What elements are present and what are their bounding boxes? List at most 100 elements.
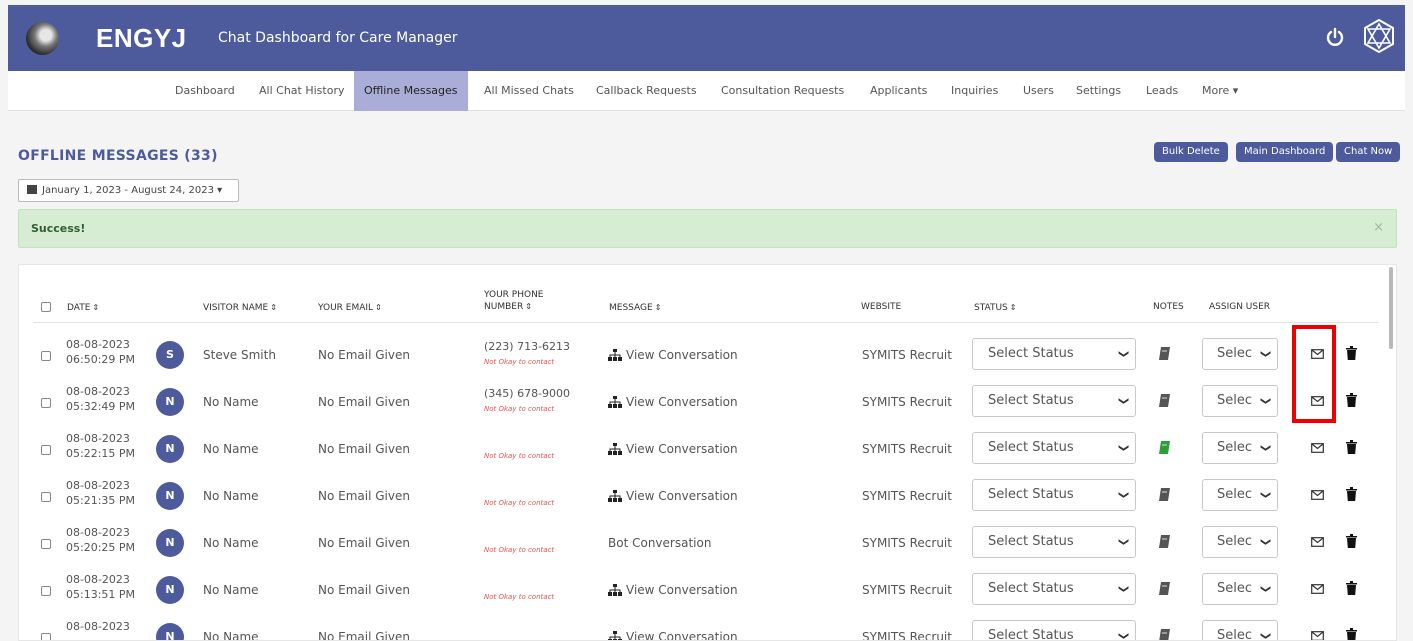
chevron-down-icon: ❯ — [1259, 631, 1271, 641]
view-conversation-link[interactable]: View Conversation — [608, 395, 738, 409]
col-email[interactable]: YOUR EMAIL ⇕ — [318, 302, 382, 314]
trash-icon[interactable] — [1346, 487, 1357, 501]
user-icon[interactable] — [1362, 19, 1396, 53]
col-status[interactable]: STATUS ⇕ — [974, 302, 1016, 314]
nav-applicants[interactable]: Applicants — [870, 71, 927, 111]
view-conversation-link[interactable]: View Conversation — [608, 583, 738, 597]
table-row: 08-08-2023 05:13:51 PM N No Name No Email Gi… — [19, 569, 1396, 616]
chat-now-button[interactable]: Chat Now — [1336, 142, 1401, 162]
trash-icon[interactable] — [1346, 534, 1357, 548]
view-conversation-link[interactable]: View Conversation — [608, 348, 738, 362]
row-checkbox[interactable] — [41, 586, 51, 596]
assign-user-select[interactable]: Selec ❯ — [1202, 573, 1278, 605]
chevron-down-icon: ❯ — [1259, 537, 1271, 547]
power-icon[interactable] — [1324, 26, 1346, 48]
sitemap-icon — [608, 631, 622, 640]
status-select[interactable]: Select Status ❯ — [972, 573, 1136, 605]
app-subtitle: Chat Dashboard for Care Manager — [218, 30, 458, 46]
visitor-email: No Email Given — [318, 583, 410, 597]
notes-icon[interactable] — [1159, 582, 1170, 595]
envelope-icon[interactable] — [1311, 631, 1324, 641]
nav-settings[interactable]: Settings — [1076, 71, 1121, 111]
sitemap-icon — [608, 349, 622, 361]
date-range-picker[interactable]: January 1, 2023 - August 24, 2023 ▾ — [18, 179, 239, 202]
row-time: 05:22:15 PM — [66, 447, 136, 460]
nav-leads[interactable]: Leads — [1146, 71, 1178, 111]
status-select[interactable]: Select Status ❯ — [972, 385, 1136, 417]
nav-all-chat-history[interactable]: All Chat History — [259, 71, 344, 111]
avatar: N — [156, 529, 184, 557]
select-all-checkbox[interactable] — [41, 302, 51, 312]
row-checkbox[interactable] — [41, 398, 51, 408]
envelope-icon[interactable] — [1311, 584, 1324, 594]
nav-inquiries[interactable]: Inquiries — [951, 71, 998, 111]
status-select[interactable]: Select Status ❯ — [972, 479, 1136, 511]
row-checkbox[interactable] — [41, 492, 51, 502]
main-dashboard-button[interactable]: Main Dashboard — [1236, 142, 1334, 162]
date-range-label: January 1, 2023 - August 24, 2023 ▾ — [42, 185, 223, 196]
col-notes: NOTES — [1153, 302, 1184, 312]
avatar: N — [156, 388, 184, 416]
assign-user-select[interactable]: Selec ❯ — [1202, 526, 1278, 558]
sitemap-icon — [608, 443, 622, 455]
row-time: 05:20:25 PM — [66, 541, 136, 554]
contact-permission: Not Okay to contact — [484, 499, 555, 507]
row-checkbox[interactable] — [41, 445, 51, 455]
status-select[interactable]: Select Status ❯ — [972, 620, 1136, 640]
trash-icon[interactable] — [1346, 393, 1357, 407]
nav-all-missed-chats[interactable]: All Missed Chats — [484, 71, 574, 111]
assign-user-select[interactable]: Selec ❯ — [1202, 432, 1278, 464]
notes-icon[interactable] — [1159, 535, 1170, 548]
visitor-name: No Name — [203, 442, 259, 456]
nav-more[interactable]: More ▾ — [1202, 71, 1238, 111]
col-message[interactable]: MESSAGE ⇕ — [609, 302, 661, 314]
row-checkbox[interactable] — [41, 633, 51, 640]
assign-user-select[interactable]: Selec ❯ — [1202, 385, 1278, 417]
envelope-icon[interactable] — [1311, 443, 1324, 453]
assign-user-select[interactable]: Selec ❯ — [1202, 620, 1278, 641]
nav-users[interactable]: Users — [1023, 71, 1054, 111]
nav-dashboard[interactable]: Dashboard — [175, 71, 235, 111]
chevron-down-icon: ❯ — [1117, 490, 1129, 500]
nav-consultation-requests[interactable]: Consultation Requests — [721, 71, 844, 111]
sort-icon: ⇕ — [1009, 303, 1017, 312]
col-date[interactable]: DATE ⇕ — [67, 302, 99, 314]
website: SYMITS Recruit — [862, 395, 952, 409]
notes-icon[interactable] — [1159, 488, 1170, 501]
sitemap-icon — [608, 584, 622, 596]
col-phone[interactable]: YOUR PHONE NUMBER ⇕ — [484, 290, 544, 313]
status-select[interactable]: Select Status ❯ — [972, 526, 1136, 558]
nav-callback-requests[interactable]: Callback Requests — [596, 71, 697, 111]
status-select[interactable]: Select Status ❯ — [972, 338, 1136, 370]
row-checkbox[interactable] — [41, 351, 51, 361]
trash-icon[interactable] — [1346, 628, 1357, 641]
trash-icon[interactable] — [1346, 440, 1357, 454]
visitor-email: No Email Given — [318, 489, 410, 503]
view-conversation-link[interactable]: View Conversation — [608, 630, 738, 640]
col-visitor-name[interactable]: VISITOR NAME ⇕ — [203, 302, 277, 314]
nav-offline-messages[interactable]: Offline Messages — [354, 71, 468, 111]
notes-icon[interactable] — [1159, 394, 1170, 407]
assign-user-select[interactable]: Selec ❯ — [1202, 479, 1278, 511]
close-icon[interactable]: × — [1373, 220, 1384, 235]
trash-icon[interactable] — [1346, 581, 1357, 595]
notes-icon[interactable] — [1159, 629, 1170, 641]
trash-icon[interactable] — [1346, 346, 1357, 360]
visitor-email: No Email Given — [318, 348, 410, 362]
status-select[interactable]: Select Status ❯ — [972, 432, 1136, 464]
view-conversation-link[interactable]: View Conversation — [608, 442, 738, 456]
table-row: 08-08-2023 05:21:35 PM N No Name No Email Gi… — [19, 475, 1396, 522]
view-conversation-link[interactable]: View Conversation — [608, 489, 738, 503]
row-date: 08-08-2023 — [66, 338, 130, 351]
avatar: S — [156, 341, 184, 369]
table-row: 08-08-2023 05:32:49 PM N No Name No Email Gi… — [19, 381, 1396, 428]
notes-icon[interactable] — [1159, 441, 1170, 454]
chevron-down-icon: ❯ — [1117, 396, 1129, 406]
notes-icon[interactable] — [1159, 347, 1170, 360]
row-checkbox[interactable] — [41, 539, 51, 549]
envelope-icon[interactable] — [1311, 490, 1324, 500]
envelope-icon[interactable] — [1311, 537, 1324, 547]
visitor-name: No Name — [203, 583, 259, 597]
bulk-delete-button[interactable]: Bulk Delete — [1154, 142, 1228, 162]
assign-user-select[interactable]: Selec ❯ — [1202, 338, 1278, 370]
